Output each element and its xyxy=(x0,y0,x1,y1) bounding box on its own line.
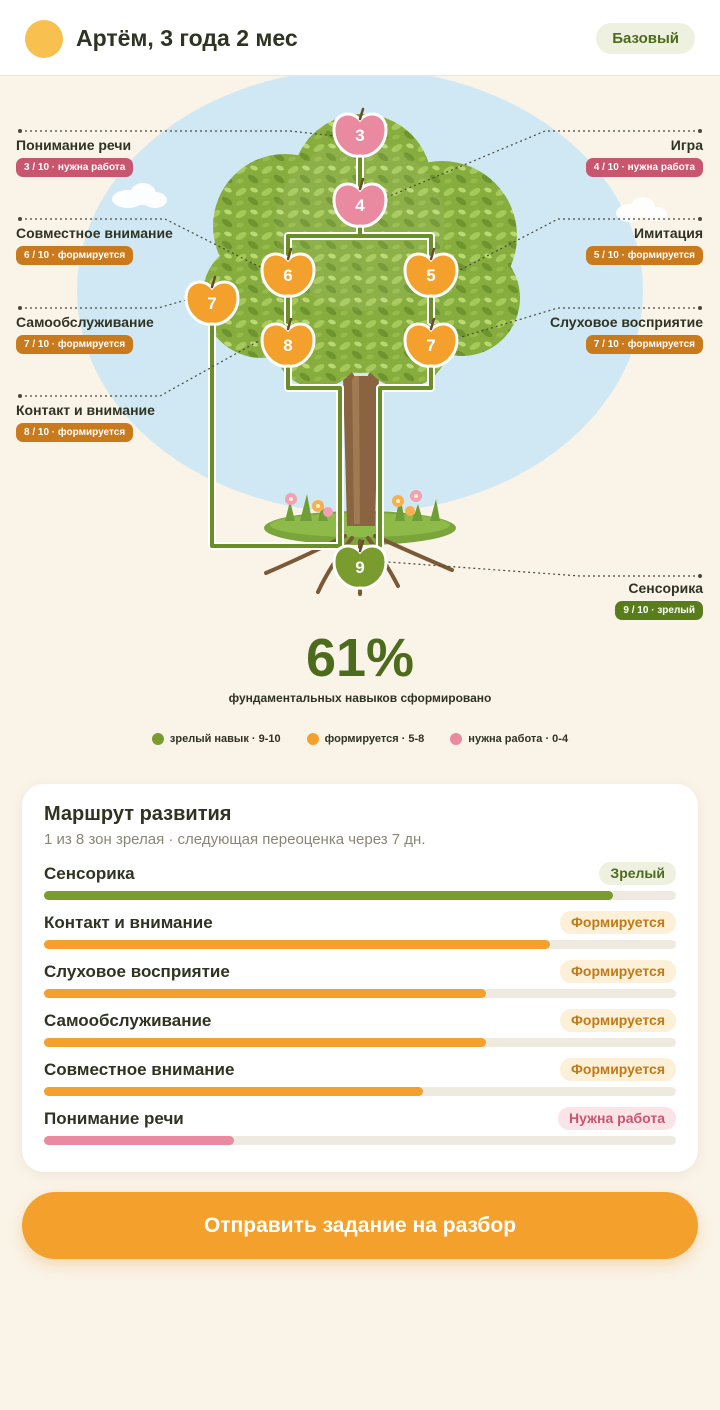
zone-score-tag: 3 / 10 · нужна работа xyxy=(16,158,134,177)
route-item-contact[interactable]: Контакт и внимание Формируется xyxy=(44,911,676,957)
status-badge: Зрелый xyxy=(599,862,676,885)
status-badge: Формируется xyxy=(559,1009,676,1032)
submit-task-button[interactable]: Отправить задание на разбор xyxy=(22,1192,698,1259)
zone-label-selfcare[interactable]: Самообслуживание 7 / 10 · формируется xyxy=(16,314,256,354)
legend-label: нужна работа · 0-4 xyxy=(468,733,569,745)
zone-name: Сенсорика xyxy=(628,580,703,596)
progress-fill xyxy=(44,1136,234,1145)
zone-label-joint-attention[interactable]: Совместное внимание 6 / 10 · формируется xyxy=(16,225,256,265)
zone-score-tag: 7 / 10 · формируется xyxy=(585,335,703,354)
route-item-speech[interactable]: Понимание речи Нужна работа xyxy=(44,1107,676,1153)
route-item-name: Совместное внимание xyxy=(44,1060,235,1079)
zone-label-auditory[interactable]: Слуховое восприятие 7 / 10 · формируется xyxy=(463,314,703,354)
progress-track xyxy=(44,1087,676,1096)
status-badge: Формируется xyxy=(559,911,676,934)
progress-track xyxy=(44,1136,676,1145)
zone-score-tag: 5 / 10 · формируется xyxy=(585,246,703,265)
route-item-name: Сенсорика xyxy=(44,864,135,883)
status-badge: Нужна работа xyxy=(558,1107,676,1130)
zone-name: Контакт и внимание xyxy=(16,402,155,418)
apple-score: 4 xyxy=(355,196,365,215)
apple-sensory[interactable]: 9 xyxy=(332,539,388,590)
apple-score: 3 xyxy=(355,126,364,145)
apple-play[interactable]: 4 xyxy=(332,177,388,228)
route-title: Маршрут развития xyxy=(44,803,232,825)
zone-label-contact[interactable]: Контакт и внимание 8 / 10 · формируется xyxy=(16,402,256,442)
apple-contact[interactable]: 8 xyxy=(260,317,316,368)
progress-track xyxy=(44,1038,676,1047)
zone-score-tag: 9 / 10 · зрелый xyxy=(615,601,703,620)
overall-percent-caption: фундаментальных навыков сформировано xyxy=(228,691,492,705)
progress-fill xyxy=(44,891,613,900)
development-route-card: Маршрут развития 1 из 8 зон зрелая · сле… xyxy=(22,784,698,1172)
apple-score: 6 xyxy=(283,266,292,285)
route-item-auditory[interactable]: Слуховое восприятие Формируется xyxy=(44,960,676,1006)
route-item-joint-attention[interactable]: Совместное внимание Формируется xyxy=(44,1058,676,1104)
zone-score-tag: 6 / 10 · формируется xyxy=(16,246,134,265)
route-item-selfcare[interactable]: Самообслуживание Формируется xyxy=(44,1009,676,1055)
progress-track xyxy=(44,989,676,998)
progress-fill xyxy=(44,1038,487,1047)
apple-joint[interactable]: 6 xyxy=(260,247,316,298)
apple-imitation[interactable]: 5 xyxy=(403,247,459,298)
legend-label: зрелый навык · 9-10 xyxy=(169,733,281,745)
status-badge: Формируется xyxy=(559,960,676,983)
progress-fill xyxy=(44,1087,424,1096)
status-legend: зрелый навык · 9-10 формируется · 5-8 ну… xyxy=(0,733,720,745)
legend-item-forming: формируется · 5-8 xyxy=(306,733,425,745)
progress-fill xyxy=(44,989,487,998)
zone-score-tag: 8 / 10 · формируется xyxy=(16,423,134,442)
apple-score: 5 xyxy=(426,266,435,285)
status-badge: Формируется xyxy=(559,1058,676,1081)
apple-speech[interactable]: 3 xyxy=(332,107,388,158)
apple-auditory[interactable]: 7 xyxy=(403,317,459,368)
child-name-title: Артём, 3 года 2 мес xyxy=(76,25,298,51)
route-item-name: Самообслуживание xyxy=(44,1011,212,1030)
route-item-name: Контакт и внимание xyxy=(44,913,213,932)
zone-name: Совместное внимание xyxy=(16,225,173,241)
zone-label-imitation[interactable]: Имитация 5 / 10 · формируется xyxy=(463,225,703,265)
zone-name: Имитация xyxy=(633,225,703,241)
zone-name: Самообслуживание xyxy=(16,314,154,330)
apple-score: 9 xyxy=(355,558,364,577)
route-subtitle: 1 из 8 зон зрелая · следующая переоценка… xyxy=(44,831,426,848)
zone-name: Игра xyxy=(670,137,703,153)
zone-score-tag: 4 / 10 · нужна работа xyxy=(585,158,703,177)
zone-name: Понимание речи xyxy=(16,137,132,153)
zone-label-play[interactable]: Игра 4 / 10 · нужна работа xyxy=(463,137,703,177)
legend-dot xyxy=(450,733,463,745)
legend-item-needs-work: нужна работа · 0-4 xyxy=(450,733,568,745)
apple-score: 8 xyxy=(283,336,292,355)
zone-label-sensory[interactable]: Сенсорика 9 / 10 · зрелый xyxy=(463,580,703,620)
apple-score: 7 xyxy=(207,294,216,313)
legend-dot xyxy=(151,733,164,745)
plan-badge[interactable]: Базовый xyxy=(596,23,695,54)
route-item-name: Слуховое восприятие xyxy=(44,962,230,981)
overall-percent: 61% xyxy=(305,628,415,688)
legend-dot xyxy=(306,733,319,745)
progress-track xyxy=(44,891,676,900)
legend-item-mature: зрелый навык · 9-10 xyxy=(151,733,281,745)
progress-track xyxy=(44,940,676,949)
route-item-sensory[interactable]: Сенсорика Зрелый xyxy=(44,862,676,908)
progress-fill xyxy=(44,940,550,949)
zone-score-tag: 7 / 10 · формируется xyxy=(16,335,134,354)
app-header: Артём, 3 года 2 мес Базовый xyxy=(0,0,720,76)
route-item-name: Понимание речи xyxy=(44,1109,184,1128)
avatar[interactable] xyxy=(25,20,63,58)
zone-name: Слуховое восприятие xyxy=(549,314,703,330)
legend-label: формируется · 5-8 xyxy=(324,733,425,745)
zone-label-speech[interactable]: Понимание речи 3 / 10 · нужна работа xyxy=(16,137,256,177)
apple-score: 7 xyxy=(426,336,435,355)
